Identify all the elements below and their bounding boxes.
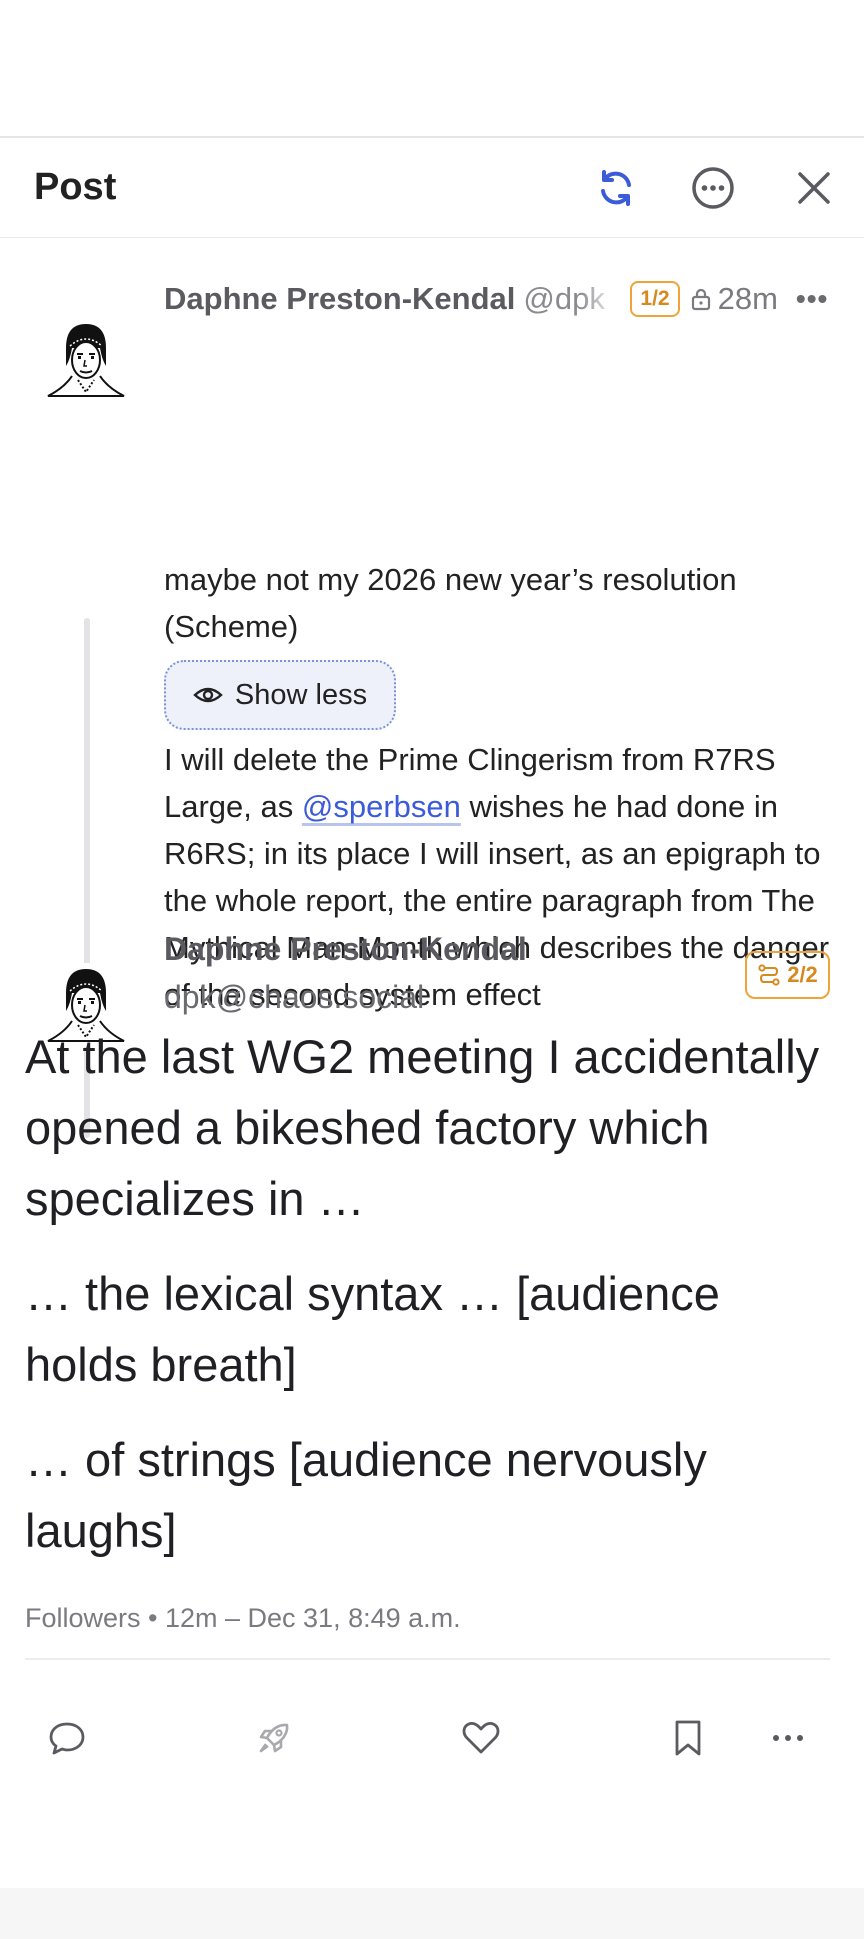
eye-icon <box>193 687 223 703</box>
bookmark-button[interactable] <box>658 1708 718 1768</box>
post-time[interactable]: 28m <box>718 281 778 317</box>
author-name[interactable]: Daphne Preston-Kendal <box>164 931 527 968</box>
mention-link[interactable]: @sperbsen <box>302 789 461 824</box>
author-handle[interactable]: @dpk <box>523 281 618 317</box>
more-horizontal-icon <box>773 1735 803 1741</box>
heart-icon <box>462 1721 500 1754</box>
thread-count-badge: 1/2 <box>630 281 680 317</box>
post-header: Post <box>0 138 864 238</box>
parent-post[interactable]: Daphne Preston-Kendal @dpk 1/2 28m ••• m… <box>0 238 864 1012</box>
close-icon <box>798 172 830 204</box>
author-name[interactable]: Daphne Preston-Kendal <box>164 281 515 317</box>
refresh-icon <box>601 170 631 206</box>
more-circle-icon <box>692 167 734 209</box>
post-paragraph: … of strings [audience nervously laughs] <box>25 1433 707 1557</box>
post-visibility-and-time[interactable]: Followers • 12m – Dec 31, 8:49 a.m. <box>25 1603 461 1634</box>
post-meta-row: Daphne Preston-Kendal @dpk 1/2 28m ••• <box>164 278 834 320</box>
close-button[interactable] <box>786 160 842 216</box>
content-warning: maybe not my 2026 new year’s resolution … <box>164 562 737 644</box>
thread-icon <box>758 964 780 986</box>
lock-icon <box>690 287 712 311</box>
refresh-button[interactable] <box>588 160 644 216</box>
author-account[interactable]: dpk@chaos.social <box>164 979 424 1016</box>
more-horizontal-icon[interactable]: ••• <box>796 283 828 315</box>
main-post: Daphne Preston-Kendal dpk@chaos.social 2… <box>0 903 864 1793</box>
more-actions-button[interactable] <box>758 1708 818 1768</box>
page-title: Post <box>34 166 117 208</box>
top-blank-area <box>0 0 864 138</box>
boost-button[interactable] <box>244 1708 304 1768</box>
avatar-face-icon <box>44 318 128 402</box>
thread-badge-label: 2/2 <box>787 962 818 987</box>
reply-button[interactable] <box>37 1708 97 1768</box>
show-less-button[interactable]: Show less <box>164 660 396 730</box>
like-button[interactable] <box>451 1708 511 1768</box>
reply-icon <box>49 1722 85 1755</box>
bottom-strip <box>0 1888 864 1939</box>
thread: Daphne Preston-Kendal @dpk 1/2 28m ••• m… <box>0 238 864 1793</box>
divider <box>25 1658 830 1660</box>
thread-badge[interactable]: 2/2 <box>745 951 830 999</box>
bookmark-icon <box>675 1720 701 1756</box>
post-paragraph: At the last WG2 meeting I accidentally o… <box>25 1030 820 1225</box>
show-less-label: Show less <box>234 678 368 711</box>
post-actions <box>0 1708 864 1768</box>
post-content: At the last WG2 meeting I accidentally o… <box>25 1021 835 1590</box>
more-options-button[interactable] <box>685 160 741 216</box>
avatar[interactable] <box>44 318 128 402</box>
rocket-icon <box>259 1723 289 1753</box>
post-paragraph: … the lexical syntax … [audience holds b… <box>25 1267 720 1391</box>
